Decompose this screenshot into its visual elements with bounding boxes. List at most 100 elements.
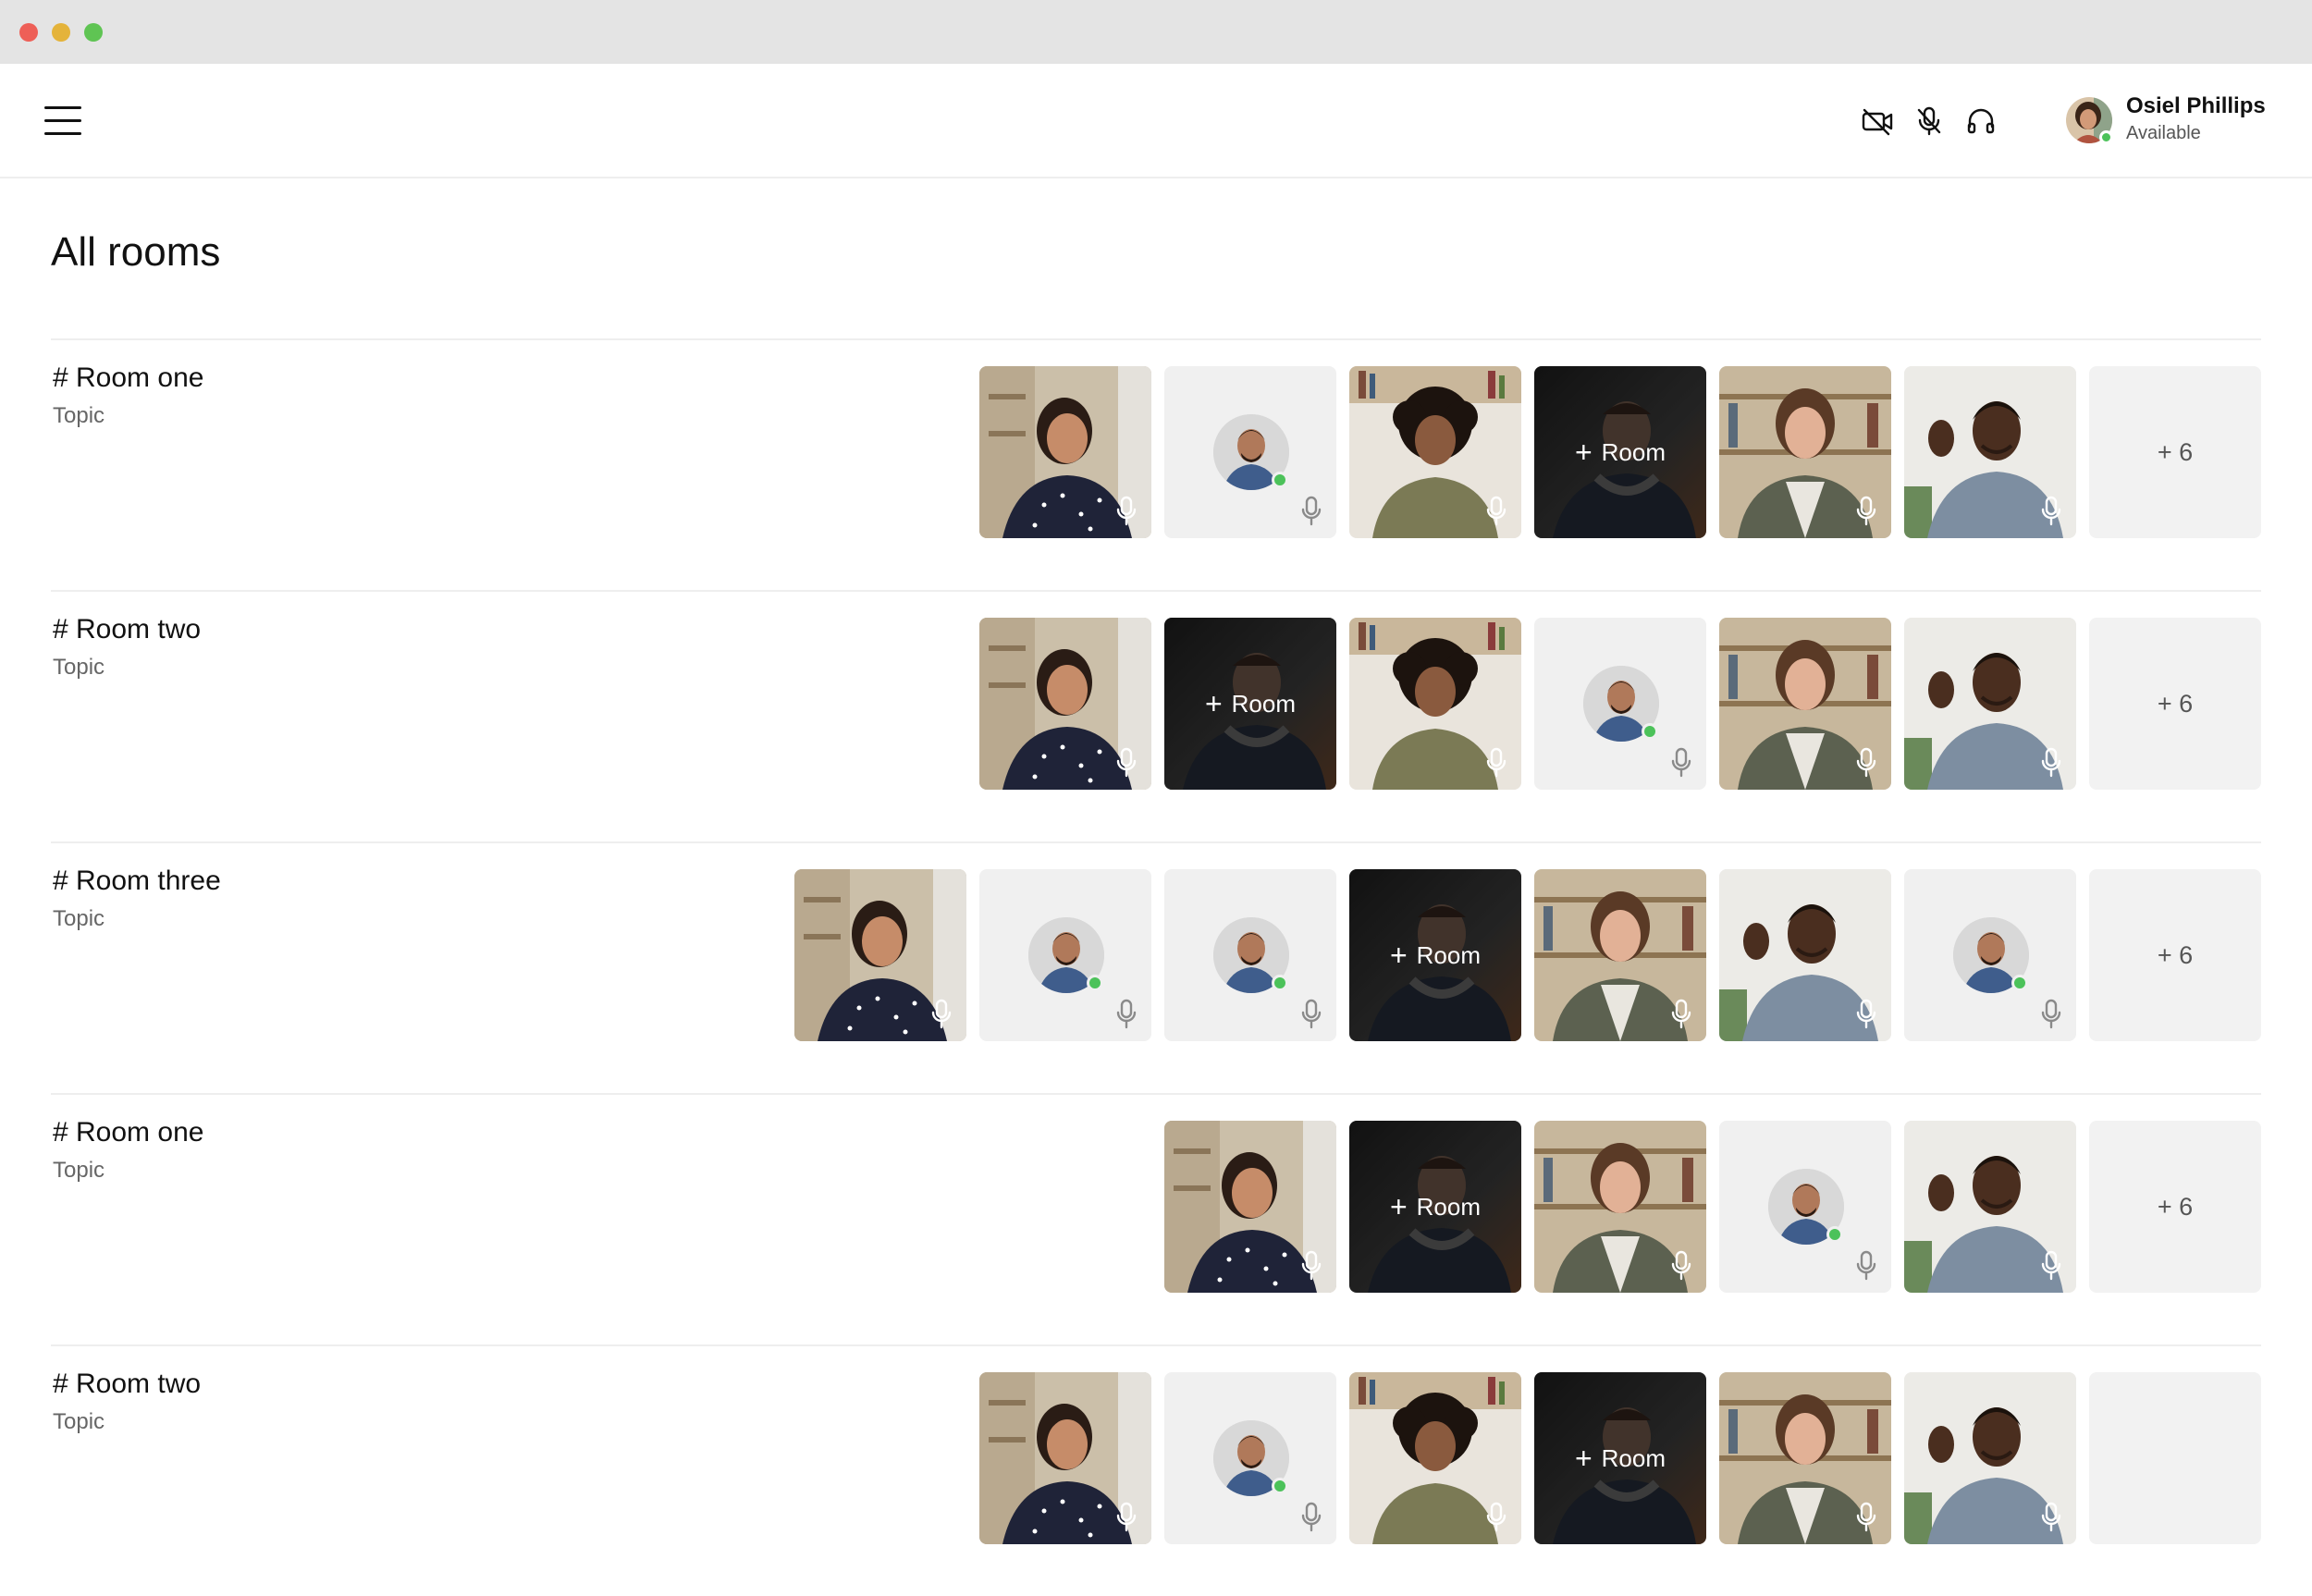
join-room-tile[interactable]: + Room — [1349, 1121, 1521, 1293]
window-minimize-button[interactable] — [52, 23, 70, 42]
join-room-button[interactable]: + Room — [1534, 1372, 1706, 1544]
join-room-tile[interactable]: + Room — [1534, 1372, 1706, 1544]
window-titlebar — [0, 0, 2312, 64]
join-room-button[interactable]: + Room — [1349, 1121, 1521, 1293]
microphone-icon[interactable] — [1854, 1502, 1878, 1533]
headphones-icon[interactable] — [1961, 101, 2001, 141]
participant-tiles: + Room + 6 — [979, 366, 2261, 538]
participant-video-tile[interactable] — [794, 869, 966, 1041]
microphone-icon[interactable] — [2039, 999, 2063, 1030]
participant-video-tile[interactable] — [1164, 1121, 1336, 1293]
microphone-icon[interactable] — [1299, 999, 1323, 1030]
participant-video-tile[interactable] — [1719, 366, 1891, 538]
microphone-icon[interactable] — [1669, 747, 1693, 779]
microphone-icon[interactable] — [1299, 1250, 1323, 1282]
microphone-icon[interactable] — [1484, 747, 1508, 779]
join-room-tile[interactable]: + Room — [1164, 618, 1336, 790]
microphone-icon[interactable] — [1854, 747, 1878, 779]
room-name[interactable]: # Room three — [53, 866, 221, 897]
room-name[interactable]: # Room one — [53, 1117, 203, 1148]
hamburger-menu-icon[interactable] — [43, 104, 87, 138]
more-participants-tile[interactable] — [2089, 1372, 2261, 1544]
participant-video-tile[interactable] — [1904, 366, 2076, 538]
participant-video-tile[interactable] — [1534, 869, 1706, 1041]
participant-avatar-tile[interactable] — [979, 869, 1151, 1041]
microphone-icon[interactable] — [1669, 1250, 1693, 1282]
microphone-icon[interactable] — [1299, 496, 1323, 527]
microphone-icon[interactable] — [1299, 1502, 1323, 1533]
microphone-icon[interactable] — [2039, 1250, 2063, 1282]
participant-video-tile[interactable] — [1534, 1121, 1706, 1293]
participant-video-tile[interactable] — [979, 1372, 1151, 1544]
microphone-icon[interactable] — [1114, 999, 1138, 1030]
join-room-button[interactable]: + Room — [1164, 618, 1336, 790]
rooms-list: # Room one Topic + Room + 6 # Room two T… — [51, 338, 2261, 1596]
room-topic: Topic — [53, 403, 105, 428]
join-room-button[interactable]: + Room — [1534, 366, 1706, 538]
room-topic: Topic — [53, 906, 105, 931]
microphone-icon[interactable] — [1114, 747, 1138, 779]
microphone-icon[interactable] — [2039, 1502, 2063, 1533]
mic-off-icon[interactable] — [1909, 101, 1949, 141]
microphone-icon[interactable] — [2039, 747, 2063, 779]
participant-tiles: + Room — [979, 1372, 2261, 1544]
participant-tiles: + Room + 6 — [1164, 1121, 2261, 1293]
participant-avatar-tile[interactable] — [1164, 1372, 1336, 1544]
microphone-icon[interactable] — [1854, 496, 1878, 527]
microphone-icon[interactable] — [1854, 999, 1878, 1030]
room-name[interactable]: # Room two — [53, 1369, 201, 1400]
user-name: Osiel Phillips — [2126, 93, 2266, 118]
more-participants-tile[interactable]: + 6 — [2089, 869, 2261, 1041]
presence-indicator — [1272, 975, 1288, 991]
plus-icon: + — [1574, 1442, 1593, 1475]
participant-video-tile[interactable] — [1904, 1121, 2076, 1293]
participant-video-tile[interactable] — [1349, 366, 1521, 538]
microphone-icon[interactable] — [929, 999, 953, 1030]
participant-video-tile[interactable] — [1904, 618, 2076, 790]
microphone-icon[interactable] — [2039, 496, 2063, 527]
more-participants-tile[interactable]: + 6 — [2089, 366, 2261, 538]
participant-video-tile[interactable] — [979, 366, 1151, 538]
microphone-icon[interactable] — [1484, 1502, 1508, 1533]
more-participants-tile[interactable]: + 6 — [2089, 1121, 2261, 1293]
participant-video-tile[interactable] — [1904, 1372, 2076, 1544]
participant-avatar-tile[interactable] — [1164, 366, 1336, 538]
app-header: Osiel Phillips Available — [0, 64, 2312, 178]
join-room-button[interactable]: + Room — [1349, 869, 1521, 1041]
user-profile[interactable]: Osiel Phillips Available — [2066, 92, 2288, 153]
microphone-icon[interactable] — [1114, 496, 1138, 527]
participant-avatar-tile[interactable] — [1164, 869, 1336, 1041]
plus-icon: + — [1574, 436, 1593, 469]
participant-video-tile[interactable] — [1719, 869, 1891, 1041]
more-participants-tile[interactable]: + 6 — [2089, 618, 2261, 790]
join-room-label: Room — [1416, 940, 1482, 969]
microphone-icon[interactable] — [1854, 1250, 1878, 1282]
participant-video-tile[interactable] — [1719, 1372, 1891, 1544]
room-row: # Room two Topic + Room + 6 — [51, 590, 2261, 841]
room-row: # Room one Topic + Room + 6 — [51, 1093, 2261, 1344]
room-row: # Room one Topic + Room + 6 — [51, 338, 2261, 590]
presence-indicator — [1272, 1478, 1288, 1494]
participant-avatar-tile[interactable] — [1719, 1121, 1891, 1293]
room-row: # Room three Topic + Room + 6 — [51, 841, 2261, 1093]
participant-video-tile[interactable] — [1719, 618, 1891, 790]
user-status: Available — [2126, 123, 2201, 143]
participant-video-tile[interactable] — [1349, 618, 1521, 790]
microphone-icon[interactable] — [1669, 999, 1693, 1030]
participant-video-tile[interactable] — [1349, 1372, 1521, 1544]
join-room-tile[interactable]: + Room — [1349, 869, 1521, 1041]
microphone-icon[interactable] — [1484, 496, 1508, 527]
join-room-label: Room — [1416, 1192, 1482, 1221]
participant-video-tile[interactable] — [979, 618, 1151, 790]
microphone-icon[interactable] — [1114, 1502, 1138, 1533]
participant-avatar-tile[interactable] — [1904, 869, 2076, 1041]
participant-avatar-tile[interactable] — [1534, 618, 1706, 790]
room-name[interactable]: # Room two — [53, 614, 201, 645]
room-name[interactable]: # Room one — [53, 362, 203, 394]
join-room-tile[interactable]: + Room — [1534, 366, 1706, 538]
plus-icon: + — [1204, 687, 1223, 720]
video-off-icon[interactable] — [1857, 101, 1898, 141]
window-close-button[interactable] — [19, 23, 38, 42]
room-row: # Room two Topic + Room — [51, 1344, 2261, 1596]
window-maximize-button[interactable] — [84, 23, 103, 42]
